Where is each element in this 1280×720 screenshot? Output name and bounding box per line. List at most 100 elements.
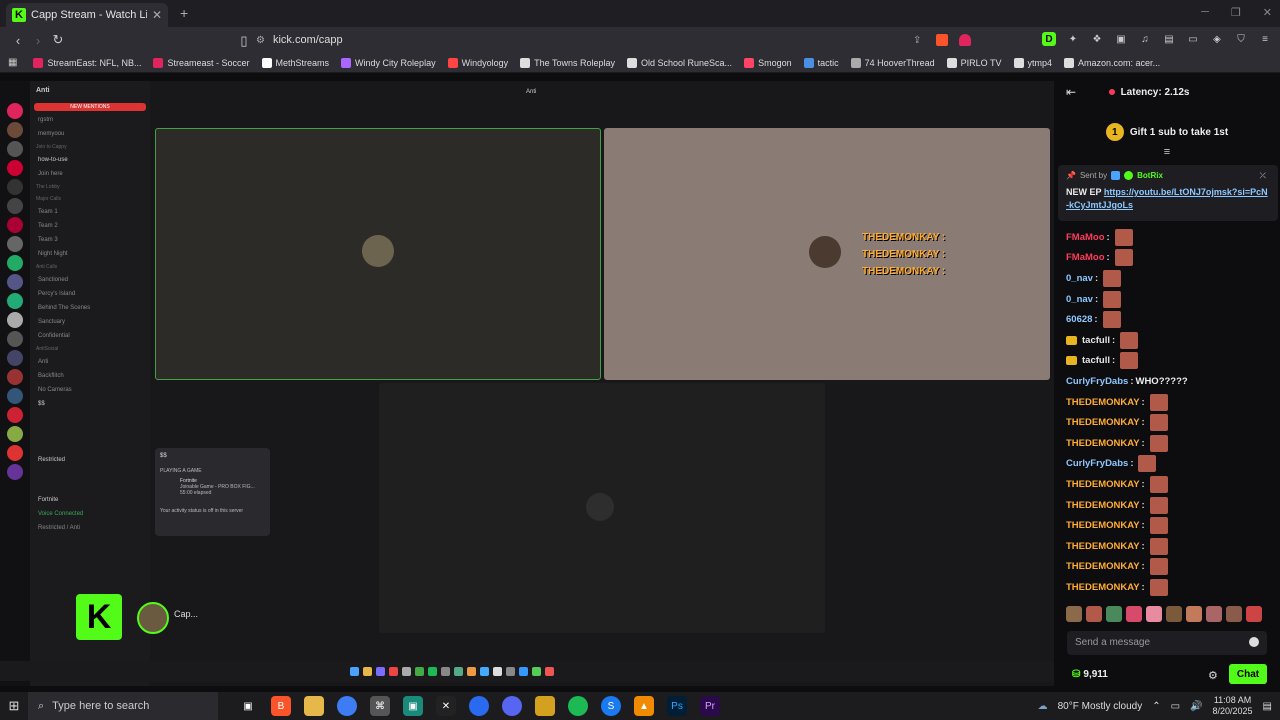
extension-puzzle-icon[interactable]: ✦: [1066, 32, 1080, 46]
channel-item[interactable]: Anti: [30, 355, 150, 369]
gift-sub-banner[interactable]: 1 Gift 1 sub to take 1st: [1054, 115, 1280, 149]
server-icon[interactable]: [7, 274, 23, 290]
server-icon[interactable]: [7, 369, 23, 385]
chat-message[interactable]: tacfull:: [1066, 351, 1276, 372]
media-icon[interactable]: ♫: [1138, 32, 1152, 46]
emote-icon[interactable]: [1126, 606, 1142, 622]
chat-message[interactable]: THEDEMONKAY:: [1066, 515, 1276, 536]
server-icon[interactable]: [7, 388, 23, 404]
chat-username[interactable]: tacfull: [1082, 335, 1110, 346]
chat-message[interactable]: CurlyFryDabs: WHO?????: [1066, 371, 1276, 392]
extension-screen-icon[interactable]: ▣: [1114, 32, 1128, 46]
new-tab-icon[interactable]: +: [180, 5, 188, 21]
url-field[interactable]: ⚙ kick.com/capp ⇪: [256, 30, 976, 50]
minimize-icon[interactable]: ─: [1201, 6, 1209, 19]
channel-item[interactable]: rgstm: [30, 113, 150, 127]
collapse-chat-icon[interactable]: ⇤: [1066, 85, 1076, 99]
reload-icon[interactable]: ↻: [48, 32, 68, 48]
forward-icon[interactable]: ›: [28, 33, 48, 48]
server-icon[interactable]: [7, 236, 23, 252]
pinned-message[interactable]: 📌 Sent by BotRix ⤫ NEW EP https://youtu.…: [1058, 165, 1278, 221]
channel-category[interactable]: AntiSocial: [30, 343, 150, 355]
bookmark-item[interactable]: Smogon: [744, 57, 792, 68]
video-tile[interactable]: THEDEMONKAY : THEDEMONKAY : THEDEMONKAY …: [604, 128, 1050, 380]
shazam-icon[interactable]: S: [601, 696, 621, 716]
wallet-icon[interactable]: ▭: [1186, 32, 1200, 46]
chat-message[interactable]: 0_nav:: [1066, 268, 1276, 289]
chat-username[interactable]: THEDEMONKAY: [1066, 561, 1140, 572]
maximize-icon[interactable]: ❐: [1231, 6, 1241, 19]
chat-username[interactable]: tacfull: [1082, 355, 1110, 366]
start-windows-icon[interactable]: ⊞: [0, 692, 28, 720]
bookmark-item[interactable]: The Towns Roleplay: [520, 57, 615, 68]
channel-points[interactable]: ⛁ 9,911: [1072, 669, 1108, 680]
share-icon[interactable]: ⇪: [913, 35, 921, 46]
channel-category[interactable]: Anti Calls: [30, 261, 150, 273]
extension-icon[interactable]: ❖: [1090, 32, 1104, 46]
bookmark-item[interactable]: 74 HooverThread: [850, 57, 935, 68]
server-icon[interactable]: [7, 407, 23, 423]
chat-username[interactable]: THEDEMONKAY: [1066, 438, 1140, 449]
server-icon[interactable]: [7, 122, 23, 138]
brave-icon[interactable]: B: [271, 696, 291, 716]
chat-username[interactable]: FMaMoo: [1066, 252, 1105, 263]
channel-item[interactable]: Sanctuary: [30, 315, 150, 329]
channel-item[interactable]: No Cameras: [30, 383, 150, 397]
app-icon[interactable]: [535, 696, 555, 716]
spotify-icon[interactable]: [568, 696, 588, 716]
app-icon[interactable]: ▣: [403, 696, 423, 716]
notifications-icon[interactable]: ▤: [1263, 701, 1272, 712]
server-icon[interactable]: [7, 350, 23, 366]
server-icon[interactable]: [7, 293, 23, 309]
server-icon[interactable]: [7, 217, 23, 233]
chat-message[interactable]: THEDEMONKAY:: [1066, 536, 1276, 557]
back-icon[interactable]: ‹: [8, 33, 28, 48]
chat-message[interactable]: 60628:: [1066, 309, 1276, 330]
menu-icon[interactable]: ≡: [1258, 32, 1272, 46]
brave-shield-icon[interactable]: [936, 34, 948, 46]
emote-icon[interactable]: [1106, 606, 1122, 622]
browser-tab[interactable]: K Capp Stream - Watch Live on Kick ✕: [6, 3, 168, 27]
server-icon[interactable]: [7, 179, 23, 195]
message-input[interactable]: Send a message: [1067, 631, 1267, 655]
unpin-icon[interactable]: ⤫: [1260, 171, 1266, 181]
channel-item[interactable]: Percy's Island: [30, 287, 150, 301]
stream-video[interactable]: Anti NEW MENTIONS rgstm memyoou Join to …: [0, 81, 1054, 686]
channel-item[interactable]: $$: [30, 397, 150, 411]
video-tile[interactable]: [379, 383, 825, 633]
emote-icon[interactable]: [1146, 606, 1162, 622]
bookmark-item[interactable]: Windy City Roleplay: [341, 57, 436, 68]
channel-item[interactable]: Night Night: [30, 247, 150, 261]
server-icon[interactable]: [7, 103, 23, 119]
chat-message[interactable]: 0_nav:: [1066, 289, 1276, 310]
extension-d-icon[interactable]: D: [1042, 32, 1056, 46]
apps-grid-icon[interactable]: ▦: [8, 57, 17, 68]
emote-icon[interactable]: [1206, 606, 1222, 622]
server-icon[interactable]: [7, 312, 23, 328]
chat-message[interactable]: THEDEMONKAY:: [1066, 557, 1276, 578]
chat-username[interactable]: THEDEMONKAY: [1066, 582, 1140, 593]
file-explorer-icon[interactable]: [304, 696, 324, 716]
brave-rewards-icon[interactable]: [959, 34, 971, 46]
channel-category[interactable]: Join to Cappy: [30, 141, 150, 153]
bookmark-item[interactable]: Streameast - Soccer: [153, 57, 250, 68]
channel-item[interactable]: Team 3: [30, 233, 150, 247]
chat-username[interactable]: 0_nav: [1066, 273, 1093, 284]
server-icon[interactable]: [7, 464, 23, 480]
app-icon[interactable]: ⌘: [370, 696, 390, 716]
vpn-icon[interactable]: ◈: [1210, 32, 1224, 46]
channel-item[interactable]: how-to-use: [30, 153, 150, 167]
site-info-icon[interactable]: ⚙: [256, 35, 265, 46]
chat-username[interactable]: THEDEMONKAY: [1066, 520, 1140, 531]
emote-icon[interactable]: [1066, 606, 1082, 622]
emote-icon[interactable]: [1086, 606, 1102, 622]
vlc-icon[interactable]: ▲: [634, 696, 654, 716]
app-icon[interactable]: [469, 696, 489, 716]
capcut-icon[interactable]: ✕: [436, 696, 456, 716]
chat-settings-gear-icon[interactable]: ⚙: [1208, 669, 1218, 682]
bookmark-item[interactable]: Windyology: [447, 57, 508, 68]
bookmark-item[interactable]: PIRLO TV: [946, 57, 1002, 68]
shield-icon[interactable]: ⛉: [1234, 32, 1248, 46]
chat-username[interactable]: CurlyFryDabs: [1066, 376, 1128, 387]
bookmark-item[interactable]: ytmp4: [1013, 57, 1052, 68]
